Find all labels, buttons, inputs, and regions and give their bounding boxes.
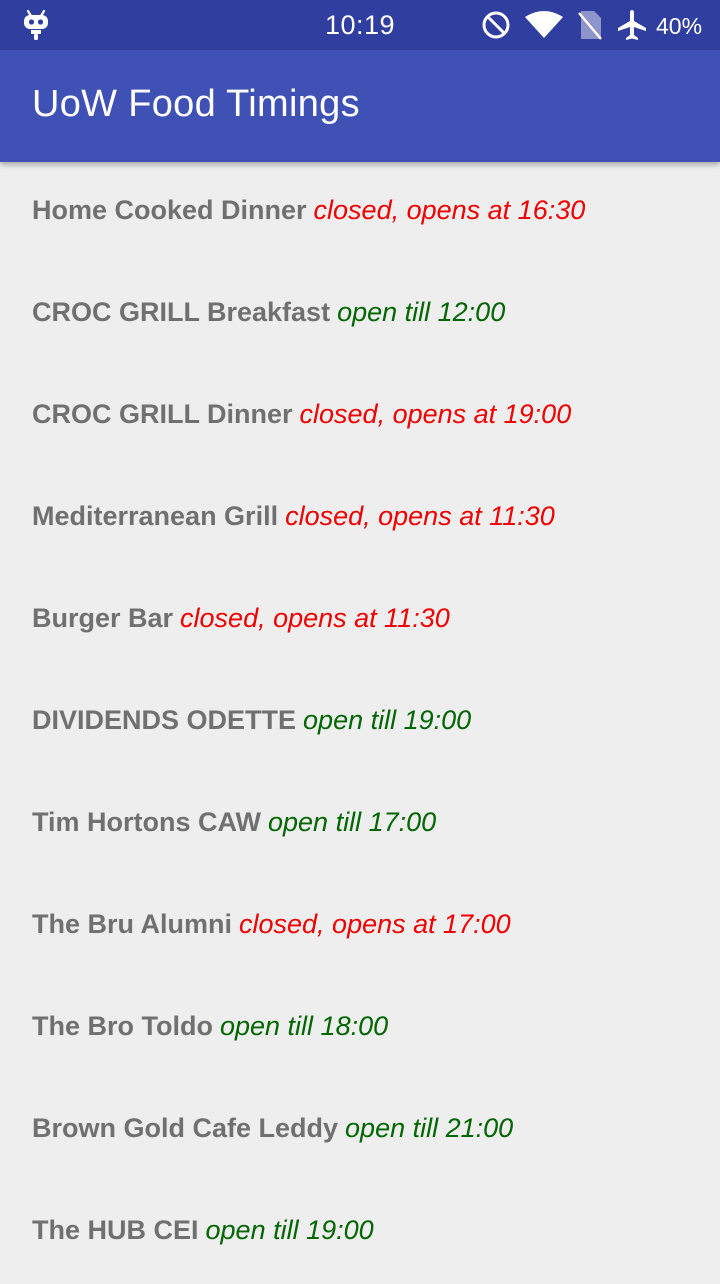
venue-name: Mediterranean Grill <box>32 501 279 531</box>
list-item[interactable]: Tim Hortons CAW open till 17:00 <box>0 774 720 876</box>
venue-name: Home Cooked Dinner <box>32 195 307 225</box>
list-item[interactable]: CROC GRILL Breakfast open till 12:00 <box>0 264 720 366</box>
venue-row-text: The Bru Alumni closed, opens at 17:00 <box>32 909 511 940</box>
list-item[interactable]: The HUB CEI open till 19:00 <box>0 1182 720 1284</box>
venue-status: closed, opens at 17:00 <box>239 909 511 939</box>
venue-row-text: Burger Bar closed, opens at 11:30 <box>32 603 450 634</box>
list-item[interactable]: Burger Bar closed, opens at 11:30 <box>0 570 720 672</box>
venue-name: The HUB CEI <box>32 1215 199 1245</box>
clock: 10:19 <box>324 10 396 40</box>
venue-name: DIVIDENDS ODETTE <box>32 705 297 735</box>
venue-status: closed, opens at 11:30 <box>180 603 450 633</box>
venue-status: open till 21:00 <box>345 1113 514 1143</box>
venue-name: Burger Bar <box>32 603 174 633</box>
venue-name: Brown Gold Cafe Leddy <box>32 1113 339 1143</box>
app-bar: UoW Food Timings <box>0 50 720 162</box>
venue-row-text: CROC GRILL Dinner closed, opens at 19:00 <box>32 399 571 430</box>
venue-name: The Bro Toldo <box>32 1011 213 1041</box>
venue-row-text: Brown Gold Cafe Leddy open till 21:00 <box>32 1113 513 1144</box>
venue-row-text: CROC GRILL Breakfast open till 12:00 <box>32 297 505 328</box>
list-item[interactable]: Home Cooked Dinner closed, opens at 16:30 <box>0 162 720 264</box>
venue-name: Tim Hortons CAW <box>32 807 261 837</box>
venue-status: open till 18:00 <box>219 1011 389 1041</box>
app-title: UoW Food Timings <box>32 83 360 125</box>
venue-row-text: The HUB CEI open till 19:00 <box>32 1215 374 1246</box>
venue-name: The Bru Alumni <box>32 909 232 939</box>
battery-level: 40% <box>656 13 703 39</box>
venue-row-text: Home Cooked Dinner closed, opens at 16:30 <box>32 195 585 226</box>
venue-status: open till 17:00 <box>268 807 437 837</box>
venue-row-text: Mediterranean Grill closed, opens at 11:3… <box>32 501 555 532</box>
no-sim-icon <box>578 11 602 40</box>
venue-status: open till 12:00 <box>337 297 506 327</box>
list-item[interactable]: The Bro Toldo open till 18:00 <box>0 978 720 1080</box>
list-item[interactable]: Mediterranean Grill closed, opens at 11:3… <box>0 468 720 570</box>
list-item[interactable]: The Bru Alumni closed, opens at 17:00 <box>0 876 720 978</box>
venue-row-text: Tim Hortons CAW open till 17:00 <box>32 807 436 838</box>
venue-name: CROC GRILL Breakfast <box>32 297 331 327</box>
list-item[interactable]: Brown Gold Cafe Leddy open till 21:00 <box>0 1080 720 1182</box>
venue-status: closed, opens at 16:30 <box>313 195 586 225</box>
wifi-icon <box>525 11 563 38</box>
list-item[interactable]: CROC GRILL Dinner closed, opens at 19:00 <box>0 366 720 468</box>
venue-row-text: DIVIDENDS ODETTE open till 19:00 <box>32 705 471 736</box>
venue-status: closed, opens at 19:00 <box>299 399 572 429</box>
venue-list: Home Cooked Dinner closed, opens at 16:30… <box>0 162 720 1284</box>
venue-status: open till 19:00 <box>205 1215 374 1245</box>
do-not-disturb-icon <box>482 11 510 39</box>
status-bar: 10:19 40% <box>0 0 720 50</box>
venue-row-text: The Bro Toldo open till 18:00 <box>32 1011 388 1042</box>
venue-status: open till 19:00 <box>303 705 472 735</box>
list-item[interactable]: DIVIDENDS ODETTE open till 19:00 <box>0 672 720 774</box>
venue-status: closed, opens at 11:30 <box>285 501 555 531</box>
venue-name: CROC GRILL Dinner <box>32 399 293 429</box>
airplane-mode-icon <box>618 10 646 40</box>
